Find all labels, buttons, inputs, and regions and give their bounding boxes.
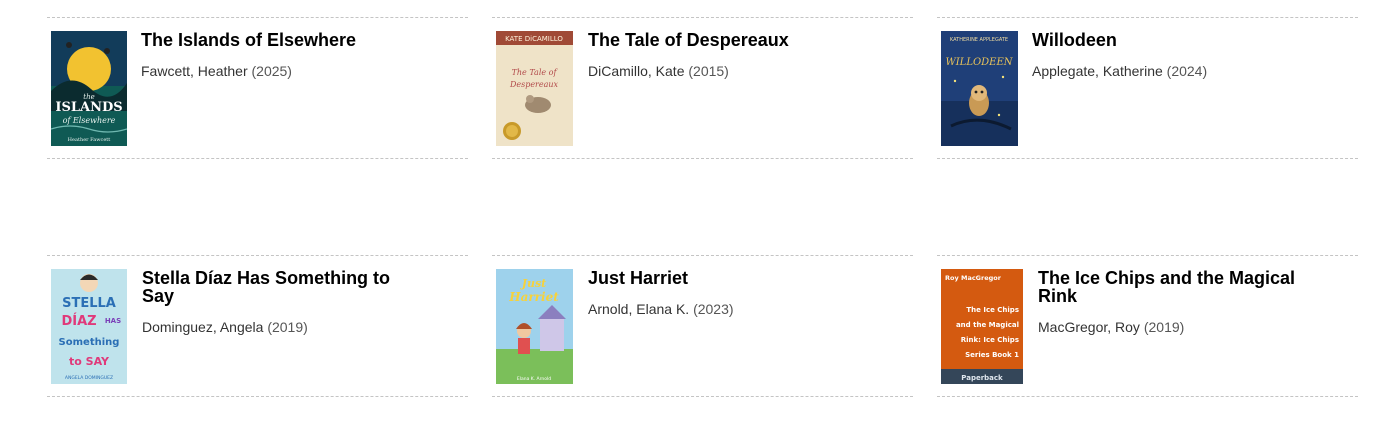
book-author: Applegate, Katherine <box>1032 63 1163 79</box>
book-cover-image[interactable]: STELLA DÍAZ HAS Something to SAY ANGELA … <box>51 269 127 384</box>
book-year: (2025) <box>251 63 292 79</box>
book-meta: DiCamillo, Kate (2015) <box>588 63 898 79</box>
book-title-link[interactable]: Just Harriet <box>588 269 898 287</box>
book-card: Just Harriet Elana K. Arnold Just Harrie… <box>492 255 913 397</box>
cover-text: ISLANDS <box>55 100 122 115</box>
book-year: (2015) <box>688 63 729 79</box>
cover-text: Harriet <box>508 290 559 304</box>
book-meta: MacGregor, Roy (2019) <box>1038 319 1328 335</box>
cover-text: WILLODEEN <box>945 57 1013 68</box>
book-info: The Islands of Elsewhere Fawcett, Heathe… <box>141 31 451 79</box>
cover-text: The Ice Chips <box>966 306 1019 314</box>
book-info: Just Harriet Arnold, Elana K. (2023) <box>588 269 898 317</box>
book-author: Dominguez, Angela <box>142 319 264 335</box>
book-title-link[interactable]: The Islands of Elsewhere <box>141 31 451 49</box>
cover-text: Despereaux <box>509 80 559 89</box>
cover-text: Just <box>520 277 546 290</box>
book-year: (2024) <box>1166 63 1208 79</box>
book-card: Roy MacGregor The Ice Chips and the Magi… <box>937 255 1358 397</box>
cover-text: KATE DiCAMILLO <box>505 35 563 43</box>
book-card: KATE DiCAMILLO The Tale of Despereaux Th… <box>492 17 913 159</box>
cover-text: Rink: Ice Chips <box>961 336 1019 344</box>
book-year: (2023) <box>693 301 734 317</box>
cover-text: Paperback <box>961 374 1003 382</box>
cover-text: and the Magical <box>956 321 1019 329</box>
book-cover-image[interactable]: Just Harriet Elana K. Arnold <box>496 269 573 384</box>
book-cover-image[interactable]: KATE DiCAMILLO The Tale of Despereaux <box>496 31 573 146</box>
book-info: The Tale of Despereaux DiCamillo, Kate (… <box>588 31 898 79</box>
book-cover-image[interactable]: Roy MacGregor The Ice Chips and the Magi… <box>941 269 1023 384</box>
book-card: STELLA DÍAZ HAS Something to SAY ANGELA … <box>47 255 468 397</box>
cover-text: Something <box>59 337 120 348</box>
book-meta: Fawcett, Heather (2025) <box>141 63 451 79</box>
book-author: Arnold, Elana K. <box>588 301 690 317</box>
cover-text: KATHERINE APPLEGATE <box>950 37 1008 43</box>
book-title-link[interactable]: The Ice Chips and the Magical Rink <box>1038 269 1328 305</box>
cover-text: HAS <box>105 317 121 325</box>
cover-text: of Elsewhere <box>63 116 116 125</box>
book-author: Fawcett, Heather <box>141 63 248 79</box>
cover-text: ANGELA DOMINGUEZ <box>65 375 113 381</box>
book-info: Willodeen Applegate, Katherine (2024) <box>1032 31 1342 79</box>
book-info: The Ice Chips and the Magical Rink MacGr… <box>1038 269 1328 335</box>
book-author: DiCamillo, Kate <box>588 63 685 79</box>
book-meta: Dominguez, Angela (2019) <box>142 319 412 335</box>
book-info: Stella Díaz Has Something to Say Domingu… <box>142 269 412 335</box>
book-meta: Applegate, Katherine (2024) <box>1032 63 1342 79</box>
book-card: the ISLANDS of Elsewhere Heather Fawcett… <box>47 17 468 159</box>
book-title-link[interactable]: Willodeen <box>1032 31 1342 49</box>
book-title-link[interactable]: Stella Díaz Has Something to Say <box>142 269 412 305</box>
cover-text: Roy MacGregor <box>945 274 1002 282</box>
book-meta: Arnold, Elana K. (2023) <box>588 301 898 317</box>
book-cover-image[interactable]: the ISLANDS of Elsewhere Heather Fawcett <box>51 31 127 146</box>
cover-text: Series Book 1 <box>965 351 1019 359</box>
cover-text: The Tale of <box>512 68 559 77</box>
cover-text: STELLA <box>62 296 116 311</box>
book-year: (2019) <box>267 319 308 335</box>
cover-text: to SAY <box>69 355 110 368</box>
cover-text: Heather Fawcett <box>68 137 111 143</box>
cover-text: DÍAZ <box>61 313 96 329</box>
book-cover-image[interactable]: KATHERINE APPLEGATE WILLODEEN <box>941 31 1018 146</box>
book-author: MacGregor, Roy <box>1038 319 1140 335</box>
book-year: (2019) <box>1143 319 1185 335</box>
book-card: KATHERINE APPLEGATE WILLODEEN Willodeen … <box>937 17 1358 159</box>
book-title-link[interactable]: The Tale of Despereaux <box>588 31 898 49</box>
cover-text: Elana K. Arnold <box>517 376 551 382</box>
